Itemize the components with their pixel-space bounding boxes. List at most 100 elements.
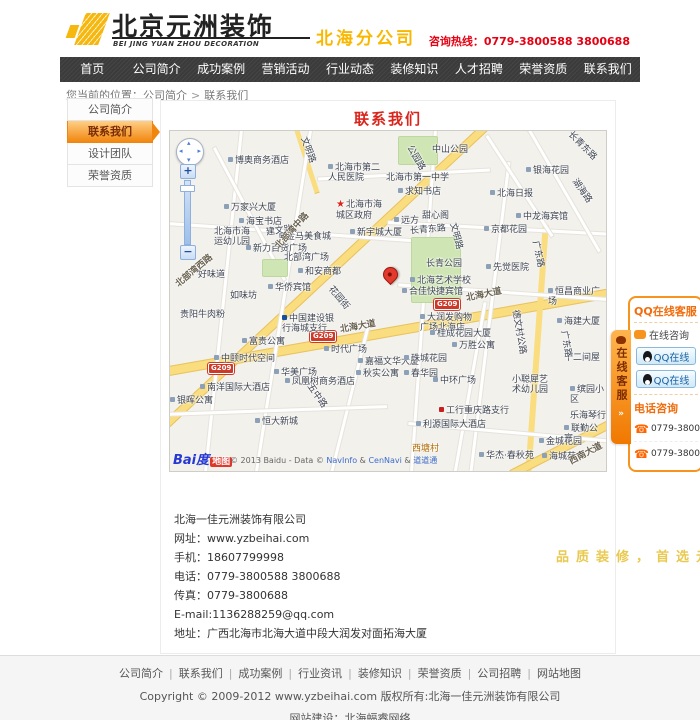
- map-label: 长青东路: [410, 223, 447, 236]
- main-nav: 首页公司简介成功案例营销活动行业动态装修知识人才招聘荣誉资质联系我们: [60, 57, 640, 82]
- poi-building-icon: [516, 213, 521, 218]
- nav-item-5[interactable]: 装修知识: [382, 57, 446, 82]
- page: 北京元洲装饰 BEI JING YUAN ZHOU DECORATION 北海分…: [0, 0, 700, 720]
- map-label: 恒昌商业广场: [548, 287, 606, 308]
- poi-building-icon: [200, 384, 205, 389]
- map-label: 甜心阁: [422, 211, 449, 221]
- map-label: 博奥商务酒店: [228, 156, 289, 166]
- pan-down-icon[interactable]: ▾: [187, 157, 191, 164]
- map-label: 中颐时代空间: [214, 354, 275, 364]
- poi-building-icon: [526, 167, 531, 172]
- map-label: 华侨宾馆: [268, 283, 311, 293]
- pan-right-icon[interactable]: ▸: [197, 148, 201, 155]
- map-label: 贵阳牛肉粉: [180, 310, 225, 320]
- qq-service-panel: QQ在线客服 在线咨询 QQ在线QQ在线 电话咨询 ☎0779-3800588☎…: [628, 296, 700, 472]
- poi-building-icon: [274, 369, 279, 374]
- footer-link-0[interactable]: 公司简介: [119, 667, 163, 680]
- phone-icon: ☎: [634, 422, 649, 436]
- sidebar-item-3[interactable]: 荣誉资质: [67, 165, 153, 187]
- nav-item-7[interactable]: 荣誉资质: [511, 57, 575, 82]
- poi-building-icon: [356, 370, 361, 375]
- map-label: 中龙海宾馆: [516, 212, 568, 222]
- service-person-icon: [616, 336, 626, 344]
- sidebar-item-0[interactable]: 公司简介: [67, 98, 153, 121]
- nav-item-3[interactable]: 营销活动: [253, 57, 317, 82]
- baidu-map-badge: 地图: [210, 457, 232, 467]
- pan-up-icon[interactable]: ▴: [187, 140, 191, 147]
- slogan: 品质装修，首选元: [556, 546, 700, 565]
- map-label: 秋实公寓: [356, 369, 399, 379]
- qq-online-button-0[interactable]: QQ在线: [636, 347, 696, 365]
- nav-item-1[interactable]: 公司简介: [124, 57, 188, 82]
- poi-building-icon: [539, 438, 544, 443]
- poi-building-icon: [246, 245, 251, 250]
- attribution-link-daodaotong[interactable]: 道道通: [413, 456, 437, 465]
- map-label: 银海花园: [526, 166, 569, 176]
- footer-link-2[interactable]: 成功案例: [238, 667, 282, 680]
- qq-buttons: QQ在线 QQ在线: [634, 347, 698, 388]
- map-label: 花园街: [326, 284, 351, 311]
- map-label: 海宝书店: [239, 217, 282, 227]
- qq-button-label: QQ在线: [654, 372, 690, 387]
- map-label: 万胜公寓: [452, 341, 495, 351]
- poi-building-icon: [430, 330, 435, 335]
- zoom-out-button[interactable]: −: [180, 245, 196, 260]
- map-label: 万家兴大厦: [224, 203, 276, 213]
- nav-item-4[interactable]: 行业动态: [318, 57, 382, 82]
- nav-item-2[interactable]: 成功案例: [189, 57, 253, 82]
- attribution-link-navinfo[interactable]: NavInfo: [326, 456, 357, 465]
- poi-building-icon: [452, 342, 457, 347]
- header: 北京元洲装饰 BEI JING YUAN ZHOU DECORATION 北海分…: [60, 0, 640, 56]
- map-label: 长青公园: [426, 259, 462, 269]
- poi-building-icon: [282, 315, 287, 320]
- footer-link-separator: |: [527, 667, 531, 680]
- footer-link-6[interactable]: 公司招聘: [477, 667, 521, 680]
- zoom-slider-handle[interactable]: [180, 185, 195, 192]
- phone-number: 0779-3800588: [651, 424, 700, 434]
- expand-arrows-icon: »: [611, 409, 631, 419]
- sidebar-item-2[interactable]: 设计团队: [67, 143, 153, 165]
- attribution-link-cennavi[interactable]: CenNavi: [368, 456, 401, 465]
- map-pan-control[interactable]: ▴ ▾ ◂ ▸: [176, 138, 204, 166]
- map-label: 湖海路: [570, 177, 594, 205]
- attribution-amp: &: [357, 456, 368, 465]
- poi-building-icon: [557, 318, 562, 323]
- map[interactable]: ▴ ▾ ◂ ▸ + − Bai度地图 © 2013 Baidu - Data ©…: [169, 130, 607, 472]
- qq-tab-label: 在线客服: [613, 347, 629, 403]
- nav-item-0[interactable]: 首页: [60, 57, 124, 82]
- map-label: 北海日报: [490, 189, 533, 199]
- poi-building-icon: [564, 425, 569, 430]
- map-label: 中国建设银 行海城支行: [282, 314, 334, 335]
- map-road-minor: [169, 405, 387, 416]
- phone-list: ☎0779-3800588 ☎0779-3800688: [634, 417, 698, 466]
- footer-link-3[interactable]: 行业资讯: [298, 667, 342, 680]
- footer-link-5[interactable]: 荣誉资质: [418, 667, 462, 680]
- attribution-text: © 2013 Baidu - Data ©: [230, 456, 326, 465]
- logo-icon: [66, 11, 108, 47]
- zoom-in-button[interactable]: +: [180, 164, 196, 179]
- phone-row-1: ☎0779-3800688: [634, 442, 698, 466]
- poi-building-icon: [228, 157, 233, 162]
- contact-line-6: 地址：广西北海市北海大道中段大润发对面拓海大厦: [174, 628, 427, 640]
- nav-item-6[interactable]: 人才招聘: [447, 57, 511, 82]
- qq-online-button-1[interactable]: QQ在线: [636, 370, 696, 388]
- footer-link-4[interactable]: 装修知识: [358, 667, 402, 680]
- map-label: 中环广场: [433, 376, 476, 386]
- sidebar-item-1[interactable]: 联系我们: [67, 121, 153, 143]
- map-label: 凤凰树商务酒店: [285, 377, 355, 387]
- qq-service-tab[interactable]: 在线客服 »: [611, 330, 631, 444]
- poi-building-icon: [324, 346, 329, 351]
- footer-link-7[interactable]: 网站地图: [537, 667, 581, 680]
- nav-item-8[interactable]: 联系我们: [576, 57, 640, 82]
- poi-building-icon: [420, 314, 425, 319]
- map-label: 富贵公寓: [242, 337, 285, 347]
- baidu-wordmark: Bai度: [173, 453, 209, 468]
- footer-build-credit: 网站建设：北海蝠睿网络: [0, 710, 700, 720]
- poi-building-icon: [358, 358, 363, 363]
- map-label: 求知书店: [398, 187, 441, 197]
- map-label: 西塘村: [412, 444, 439, 454]
- footer-link-1[interactable]: 联系我们: [179, 667, 223, 680]
- map-label: 恒大新城: [255, 417, 298, 427]
- map-marker-pin[interactable]: [380, 264, 401, 285]
- pan-left-icon[interactable]: ◂: [179, 148, 183, 155]
